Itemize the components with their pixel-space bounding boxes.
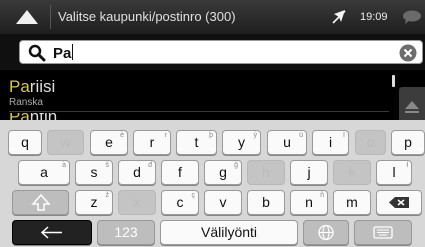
page-title: Valitse kaupunki/postinro (300) bbox=[58, 9, 236, 24]
key-r[interactable]: r r̂ bbox=[133, 130, 171, 155]
results-list: Pariisi Ranska Pantin bbox=[0, 70, 425, 127]
key-x: x bbox=[118, 190, 156, 215]
arrow-left-icon bbox=[40, 226, 62, 239]
language-key[interactable] bbox=[303, 220, 349, 245]
clear-icon[interactable] bbox=[399, 44, 417, 62]
key-m[interactable]: m bbox=[333, 190, 371, 215]
key-h: h bbox=[247, 160, 285, 185]
result-country: Ranska bbox=[9, 97, 43, 108]
keyboard-icon bbox=[373, 226, 393, 239]
key-t[interactable]: tþ bbox=[176, 130, 217, 155]
key-l[interactable]: lł bbox=[376, 160, 412, 185]
backspace-key[interactable] bbox=[376, 190, 422, 215]
key-s[interactable]: sš bbox=[75, 160, 113, 185]
scrollbar[interactable] bbox=[392, 75, 395, 87]
key-c[interactable]: cç bbox=[161, 190, 199, 215]
title-separator bbox=[50, 5, 51, 29]
numbers-key[interactable]: 123 bbox=[97, 220, 155, 245]
key-d[interactable]: dđ bbox=[118, 160, 156, 185]
key-a[interactable]: aà bbox=[18, 160, 70, 185]
result-name: Pantin bbox=[9, 113, 389, 120]
result-name: Pariisi bbox=[9, 77, 56, 96]
hide-keyboard-key[interactable] bbox=[354, 220, 412, 245]
key-y[interactable]: yý bbox=[222, 130, 261, 155]
key-w: w bbox=[47, 130, 84, 155]
key-e[interactable]: eè bbox=[90, 130, 128, 155]
keyboard: q w eè r r̂ tþ yý uü iï o p aà sš dđ f gğ… bbox=[0, 120, 425, 247]
key-u[interactable]: uü bbox=[267, 130, 307, 155]
globe-icon bbox=[318, 224, 334, 241]
key-g[interactable]: gğ bbox=[204, 160, 242, 185]
shift-icon bbox=[30, 193, 51, 211]
key-z[interactable]: zž bbox=[75, 190, 113, 215]
search-value: Pa bbox=[53, 44, 74, 62]
back-triangle-icon[interactable] bbox=[15, 9, 39, 25]
space-key[interactable]: Välilyönti bbox=[160, 220, 298, 245]
key-j[interactable]: j bbox=[290, 160, 328, 185]
backspace-icon bbox=[389, 197, 409, 208]
list-item[interactable]: Pantin bbox=[9, 113, 389, 120]
key-b[interactable]: b bbox=[247, 190, 285, 215]
enter-key[interactable] bbox=[12, 220, 92, 245]
key-k: k bbox=[333, 160, 371, 185]
clock: 19:09 bbox=[360, 11, 388, 23]
key-n[interactable]: nñ bbox=[290, 190, 328, 215]
key-p[interactable]: p bbox=[391, 130, 425, 155]
shift-key[interactable] bbox=[12, 190, 69, 215]
key-q[interactable]: q bbox=[8, 130, 42, 155]
key-f[interactable]: f bbox=[161, 160, 199, 185]
message-icon[interactable] bbox=[402, 10, 422, 24]
search-icon bbox=[28, 44, 46, 62]
key-v[interactable]: v bbox=[204, 190, 242, 215]
key-o: o bbox=[355, 130, 386, 155]
search-input[interactable]: Pa bbox=[19, 40, 423, 64]
no-gps-icon bbox=[332, 10, 346, 24]
title-bar: Valitse kaupunki/postinro (300) 19:09 bbox=[0, 0, 425, 34]
divider bbox=[9, 111, 389, 112]
search-area: Pa bbox=[0, 34, 425, 70]
key-i[interactable]: iï bbox=[312, 130, 349, 155]
